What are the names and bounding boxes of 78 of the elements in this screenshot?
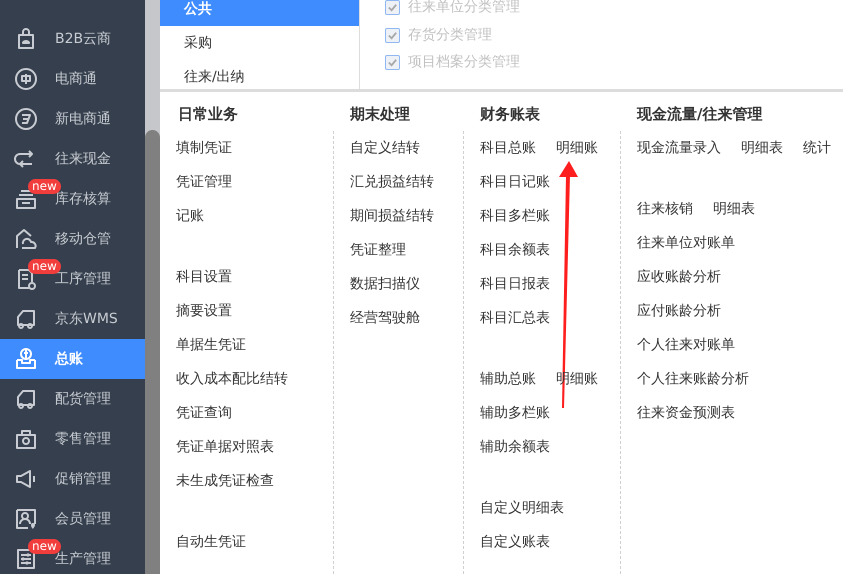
menu-link[interactable]: 凭证单据对照表: [176, 436, 274, 458]
checkbox-label: 往来单位分类管理: [408, 0, 520, 18]
column-heading: 现金流量/往来管理: [636, 104, 764, 126]
check-icon: [387, 57, 398, 68]
menu-link[interactable]: 自定义明细表: [480, 498, 564, 518]
settings-tab[interactable]: 往来/出纳: [160, 60, 359, 89]
menu-link[interactable]: 明细表: [713, 198, 755, 220]
truck-icon: [14, 307, 38, 331]
menu-link[interactable]: 期间损益结转: [350, 206, 434, 226]
menu-link[interactable]: 科目日记账: [480, 172, 550, 192]
menu-link[interactable]: 往来资金预测表: [637, 402, 735, 424]
column-heading: 财务账表: [479, 104, 541, 126]
cloud-building-icon: [14, 227, 38, 251]
sidebar-item[interactable]: 移动仓管: [0, 219, 145, 259]
menu-link[interactable]: 往来单位对账单: [637, 232, 735, 254]
sidebar-item[interactable]: 生产管理 new: [0, 539, 145, 574]
new-badge: new: [28, 259, 61, 274]
checkbox-label: 存货分类管理: [408, 26, 492, 45]
menu-link[interactable]: 数据扫描仪: [350, 274, 420, 294]
menu-link[interactable]: 自定义账表: [480, 532, 550, 552]
circle-icon: [14, 67, 38, 91]
new-badge: new: [28, 179, 61, 194]
menu-link[interactable]: 经营驾驶舱: [350, 308, 420, 328]
sidebar-item[interactable]: 零售管理: [0, 419, 145, 459]
check-icon: [387, 2, 398, 14]
menu-link[interactable]: 个人往来对账单: [637, 334, 735, 356]
sidebar-item[interactable]: 工序管理 new: [0, 259, 145, 299]
sidebar-item[interactable]: 往来现金: [0, 139, 145, 179]
shop-icon: [14, 427, 38, 451]
menu-link[interactable]: 凭证管理: [176, 172, 232, 192]
menu-link[interactable]: 辅助多栏账: [480, 402, 550, 424]
sidebar-item[interactable]: B2B云商: [0, 19, 145, 59]
sidebar-item[interactable]: 促销管理: [0, 459, 145, 499]
menu-link[interactable]: 辅助余额表: [480, 436, 550, 458]
dollar-tray-icon: [14, 347, 38, 371]
megaphone-icon: [14, 467, 38, 491]
sidebar-item[interactable]: 京东WMS: [0, 299, 145, 339]
column-heading: 日常业务: [177, 104, 239, 126]
circle-icon: [14, 107, 38, 131]
menu-link[interactable]: 收入成本配比结转: [176, 368, 288, 390]
menu-link[interactable]: 凭证整理: [350, 240, 406, 260]
menu-link[interactable]: 填制凭证: [176, 138, 232, 158]
menu-link[interactable]: 现金流量录入: [637, 138, 721, 158]
menu-link[interactable]: 应收账龄分析: [637, 266, 721, 288]
menu-link[interactable]: 统计: [803, 138, 831, 158]
menu-link[interactable]: 摘要设置: [176, 300, 232, 322]
menu-link[interactable]: 自定义结转: [350, 138, 420, 158]
new-badge: new: [28, 539, 61, 554]
menu-link[interactable]: 明细账: [556, 138, 598, 158]
menu-link[interactable]: 科目多栏账: [480, 206, 550, 226]
menu-link[interactable]: 单据生凭证: [176, 334, 246, 356]
scrollbar-thumb[interactable]: [145, 130, 160, 574]
checkbox-label: 项目档案分类管理: [408, 53, 520, 72]
user-card-icon: [14, 507, 38, 531]
menu-link[interactable]: 科目总账: [480, 138, 536, 158]
menu-link[interactable]: 个人往来账龄分析: [637, 368, 749, 390]
menu-link[interactable]: 往来核销: [637, 198, 693, 220]
sidebar-item[interactable]: 配货管理: [0, 379, 145, 419]
sidebar-item[interactable]: 新电商通: [0, 99, 145, 139]
menu-link[interactable]: 记账: [176, 206, 204, 226]
menu-link[interactable]: 科目日报表: [480, 274, 550, 294]
menu-link[interactable]: 自动生凭证: [176, 532, 246, 552]
sidebar-item[interactable]: 电商通: [0, 59, 145, 99]
menu-link[interactable]: 应付账龄分析: [637, 300, 721, 322]
menu-link[interactable]: 科目余额表: [480, 240, 550, 260]
menu-link[interactable]: 汇兑损益结转: [350, 172, 434, 192]
truck-icon: [14, 387, 38, 411]
menu-link[interactable]: 辅助总账: [480, 368, 536, 390]
menu-link[interactable]: 凭证查询: [176, 402, 232, 424]
sidebar-item[interactable]: 会员管理: [0, 499, 145, 539]
menu-link[interactable]: 未生成凭证检查: [176, 470, 274, 492]
check-icon: [387, 30, 398, 41]
menu-link[interactable]: 科目设置: [176, 266, 232, 288]
settings-tab[interactable]: 采购: [160, 26, 359, 60]
menu-link[interactable]: 科目汇总表: [480, 308, 550, 328]
column-heading: 期末处理: [349, 104, 411, 126]
sidebar-item[interactable]: 库存核算 new: [0, 179, 145, 219]
menu-link[interactable]: 明细表: [741, 138, 783, 158]
